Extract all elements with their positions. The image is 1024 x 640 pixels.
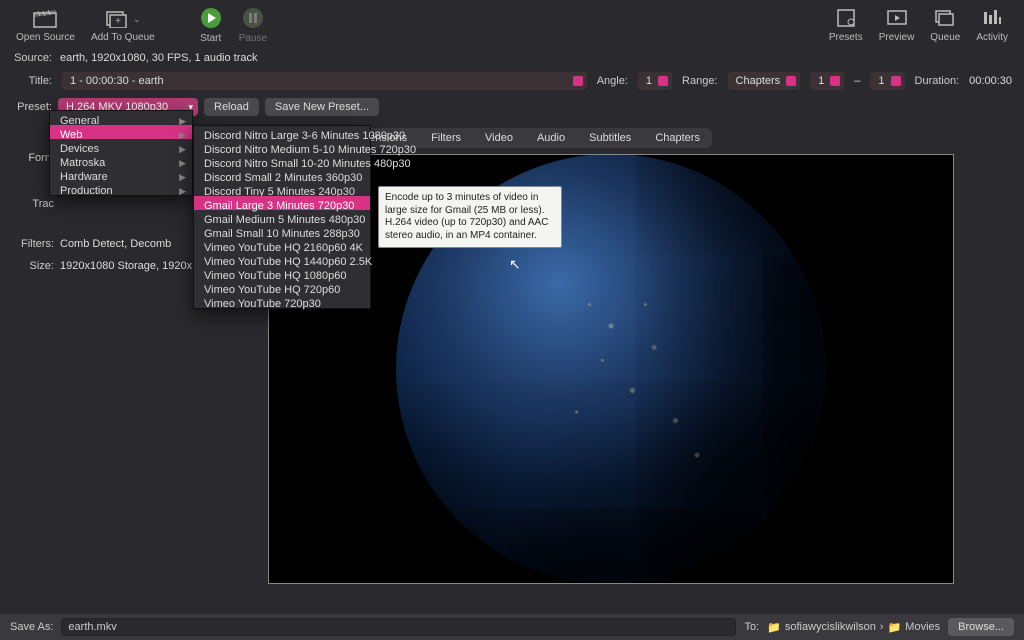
angle-label: Angle: <box>597 75 628 87</box>
add-to-queue-label: Add To Queue <box>91 32 155 43</box>
tab-subtitles[interactable]: Subtitles <box>577 129 643 147</box>
title-row: Title: 1 - 00:00:30 - earth Angle: 1 Ran… <box>0 68 1024 94</box>
preset-item[interactable]: Vimeo YouTube 720p30 <box>194 294 370 308</box>
chevron-down-icon[interactable]: ⌄ <box>133 14 141 25</box>
save-new-preset-button[interactable]: Save New Preset... <box>265 98 379 116</box>
pause-label: Pause <box>239 33 267 44</box>
title-select[interactable]: 1 - 00:00:30 - earth <box>62 72 587 90</box>
angle-value: 1 <box>646 75 652 87</box>
preset-web-submenu: Discord Nitro Large 3-6 Minutes 1080p30D… <box>193 125 371 309</box>
preset-category-general[interactable]: General▶ <box>50 111 192 125</box>
angle-select[interactable]: 1 <box>638 72 672 90</box>
activity-label: Activity <box>976 32 1008 43</box>
preset-item[interactable]: Discord Nitro Small 10-20 Minutes 480p30 <box>194 154 370 168</box>
tab-chapters[interactable]: Chapters <box>643 129 712 147</box>
preset-label: Preset: <box>12 101 52 113</box>
duration-label: Duration: <box>915 75 960 87</box>
range-from-value: 1 <box>818 75 824 87</box>
presets-label: Presets <box>829 32 863 43</box>
path-user: sofiawycislikwilson <box>785 621 876 633</box>
activity-icon <box>981 8 1003 28</box>
activity-button[interactable]: Activity <box>968 6 1016 45</box>
add-to-queue-button[interactable]: + ⌄ Add To Queue <box>83 6 163 45</box>
preview-icon <box>886 8 908 28</box>
start-label: Start <box>200 33 221 44</box>
preset-category-web[interactable]: Web▶ <box>50 125 192 139</box>
bottom-bar: Save As: To: 📁 sofiawycislikwilson › 📁 M… <box>0 614 1024 640</box>
add-queue-icon: + <box>105 8 129 28</box>
preset-item[interactable]: Discord Tiny 5 Minutes 240p30 <box>194 182 370 196</box>
preset-category-production[interactable]: Production▶ <box>50 181 192 195</box>
range-from-select[interactable]: 1 <box>810 72 844 90</box>
duration-value: 00:00:30 <box>969 75 1012 87</box>
range-label: Range: <box>682 75 717 87</box>
tracks-label: Trac <box>12 198 54 210</box>
path-folder: Movies <box>905 621 940 633</box>
browse-button[interactable]: Browse... <box>948 618 1014 636</box>
preset-item[interactable]: Vimeo YouTube HQ 720p60 <box>194 280 370 294</box>
filters-label: Filters: <box>12 238 54 250</box>
source-row: Source: earth, 1920x1080, 30 FPS, 1 audi… <box>0 48 1024 68</box>
svg-text:+: + <box>115 16 121 27</box>
filters-value: Comb Detect, Decomb <box>60 238 171 250</box>
range-to-select[interactable]: 1 <box>870 72 904 90</box>
queue-button[interactable]: Queue <box>922 6 968 45</box>
clapperboard-icon <box>33 8 57 28</box>
pause-icon <box>242 7 264 29</box>
source-label: Source: <box>12 52 52 64</box>
reload-button[interactable]: Reload <box>204 98 259 116</box>
range-type-value: Chapters <box>736 75 781 87</box>
save-as-label: Save As: <box>10 621 53 633</box>
format-label: Form <box>12 152 54 164</box>
preset-item[interactable]: Gmail Large 3 Minutes 720p30 <box>194 196 370 210</box>
tab-filters[interactable]: Filters <box>419 129 473 147</box>
size-label: Size: <box>12 260 54 272</box>
tab-video[interactable]: Video <box>473 129 525 147</box>
save-as-input[interactable] <box>61 618 736 636</box>
preset-category-matroska[interactable]: Matroska▶ <box>50 153 192 167</box>
preset-item[interactable]: Vimeo YouTube HQ 1080p60 <box>194 266 370 280</box>
open-source-label: Open Source <box>16 32 75 43</box>
preset-item[interactable]: Vimeo YouTube HQ 1440p60 2.5K <box>194 252 370 266</box>
pause-button[interactable]: Pause <box>231 5 275 46</box>
preview-label: Preview <box>879 32 915 43</box>
preset-category-hardware[interactable]: Hardware▶ <box>50 167 192 181</box>
range-separator: – <box>854 75 860 87</box>
preview-button[interactable]: Preview <box>871 6 923 45</box>
title-value: 1 - 00:00:30 - earth <box>70 75 164 87</box>
presets-button[interactable]: Presets <box>821 6 871 45</box>
preset-item[interactable]: Vimeo YouTube HQ 2160p60 4K <box>194 238 370 252</box>
main-toolbar: Open Source + ⌄ Add To Queue Start Pause… <box>0 0 1024 48</box>
play-icon <box>200 7 222 29</box>
presets-icon <box>835 8 857 28</box>
to-label: To: <box>744 621 759 633</box>
open-source-button[interactable]: Open Source <box>8 6 83 45</box>
destination-path[interactable]: 📁 sofiawycislikwilson › 📁 Movies <box>767 621 940 634</box>
preset-item[interactable]: Gmail Medium 5 Minutes 480p30 <box>194 210 370 224</box>
tab-audio[interactable]: Audio <box>525 129 577 147</box>
queue-label: Queue <box>930 32 960 43</box>
preset-tooltip: Encode up to 3 minutes of video in large… <box>378 186 562 248</box>
range-to-value: 1 <box>878 75 884 87</box>
chevron-right-icon: ▶ <box>179 184 186 198</box>
preset-category-menu: General▶Web▶Devices▶Matroska▶Hardware▶Pr… <box>49 110 193 196</box>
start-button[interactable]: Start <box>191 5 231 46</box>
path-separator: › <box>880 621 884 633</box>
preset-category-devices[interactable]: Devices▶ <box>50 139 192 153</box>
preset-item[interactable]: Discord Nitro Medium 5-10 Minutes 720p30 <box>194 140 370 154</box>
source-value: earth, 1920x1080, 30 FPS, 1 audio track <box>60 52 258 64</box>
folder-icon: 📁 <box>767 621 781 634</box>
title-label: Title: <box>12 75 52 87</box>
preset-item[interactable]: Discord Small 2 Minutes 360p30 <box>194 168 370 182</box>
preset-item[interactable]: Discord Nitro Large 3-6 Minutes 1080p30 <box>194 126 370 140</box>
preset-item[interactable]: Gmail Small 10 Minutes 288p30 <box>194 224 370 238</box>
folder-icon: 📁 <box>888 621 902 634</box>
range-type-select[interactable]: Chapters <box>728 72 801 90</box>
queue-icon <box>934 8 956 28</box>
